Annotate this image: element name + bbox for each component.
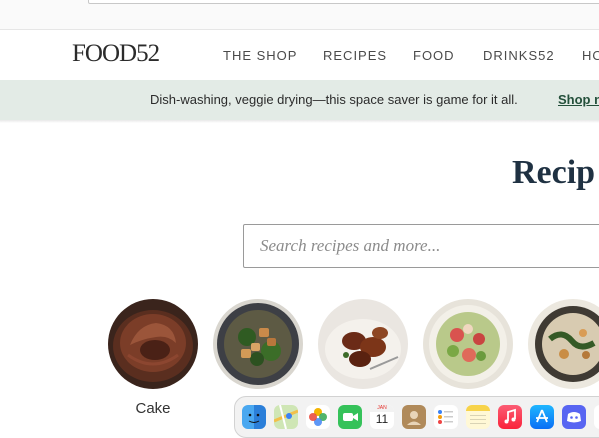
- promo-text: Dish-washing, veggie drying—this space s…: [150, 92, 518, 107]
- top-search-bar[interactable]: [88, 0, 599, 4]
- category-image-cake[interactable]: [108, 299, 198, 389]
- banner-shadow: [0, 120, 599, 123]
- contacts-icon[interactable]: [402, 405, 426, 429]
- category-item[interactable]: [423, 299, 513, 400]
- calendar-icon[interactable]: JAN 11: [370, 405, 394, 429]
- page-title: Recip: [512, 154, 596, 191]
- finder-icon[interactable]: [242, 405, 266, 429]
- music-icon[interactable]: [498, 405, 522, 429]
- discord-icon[interactable]: [562, 405, 586, 429]
- category-label: Cake: [135, 400, 171, 417]
- promo-shop-link[interactable]: Shop n: [558, 92, 599, 107]
- browser-top-strip: [0, 0, 599, 29]
- notes-icon[interactable]: [466, 405, 490, 429]
- photos-icon[interactable]: [306, 405, 330, 429]
- calendar-month: JAN: [370, 405, 394, 412]
- category-item[interactable]: [318, 299, 408, 400]
- category-image-soup[interactable]: [528, 299, 599, 389]
- maps-icon[interactable]: [274, 405, 298, 429]
- calendar-day: 11: [375, 412, 389, 426]
- app-store-icon[interactable]: [530, 405, 554, 429]
- recipe-search-box[interactable]: [243, 224, 599, 268]
- divider: [0, 29, 599, 30]
- category-image-salad[interactable]: [423, 299, 513, 389]
- category-item[interactable]: [528, 299, 599, 400]
- nav-item-the-shop[interactable]: THE SHOP: [223, 48, 297, 63]
- promo-banner: Dish-washing, veggie drying—this space s…: [0, 80, 599, 120]
- site-logo[interactable]: FOOD52: [72, 40, 160, 68]
- category-image-chicken-platter[interactable]: [318, 299, 408, 389]
- facetime-icon[interactable]: [338, 405, 362, 429]
- category-item[interactable]: [213, 299, 303, 400]
- category-image-tofu-bowl[interactable]: [213, 299, 303, 389]
- nav-item-food[interactable]: FOOD: [413, 48, 455, 63]
- nav-item-drinks52[interactable]: DRINKS52: [483, 48, 555, 63]
- recipe-search-input[interactable]: [244, 225, 599, 267]
- category-cake[interactable]: Cake: [108, 299, 198, 417]
- nav-item-home[interactable]: HO: [582, 48, 599, 63]
- reminders-icon[interactable]: [434, 405, 458, 429]
- nav-item-recipes[interactable]: RECIPES: [323, 48, 387, 63]
- app-dock: JAN 11: [234, 396, 599, 438]
- slack-icon[interactable]: [594, 405, 599, 429]
